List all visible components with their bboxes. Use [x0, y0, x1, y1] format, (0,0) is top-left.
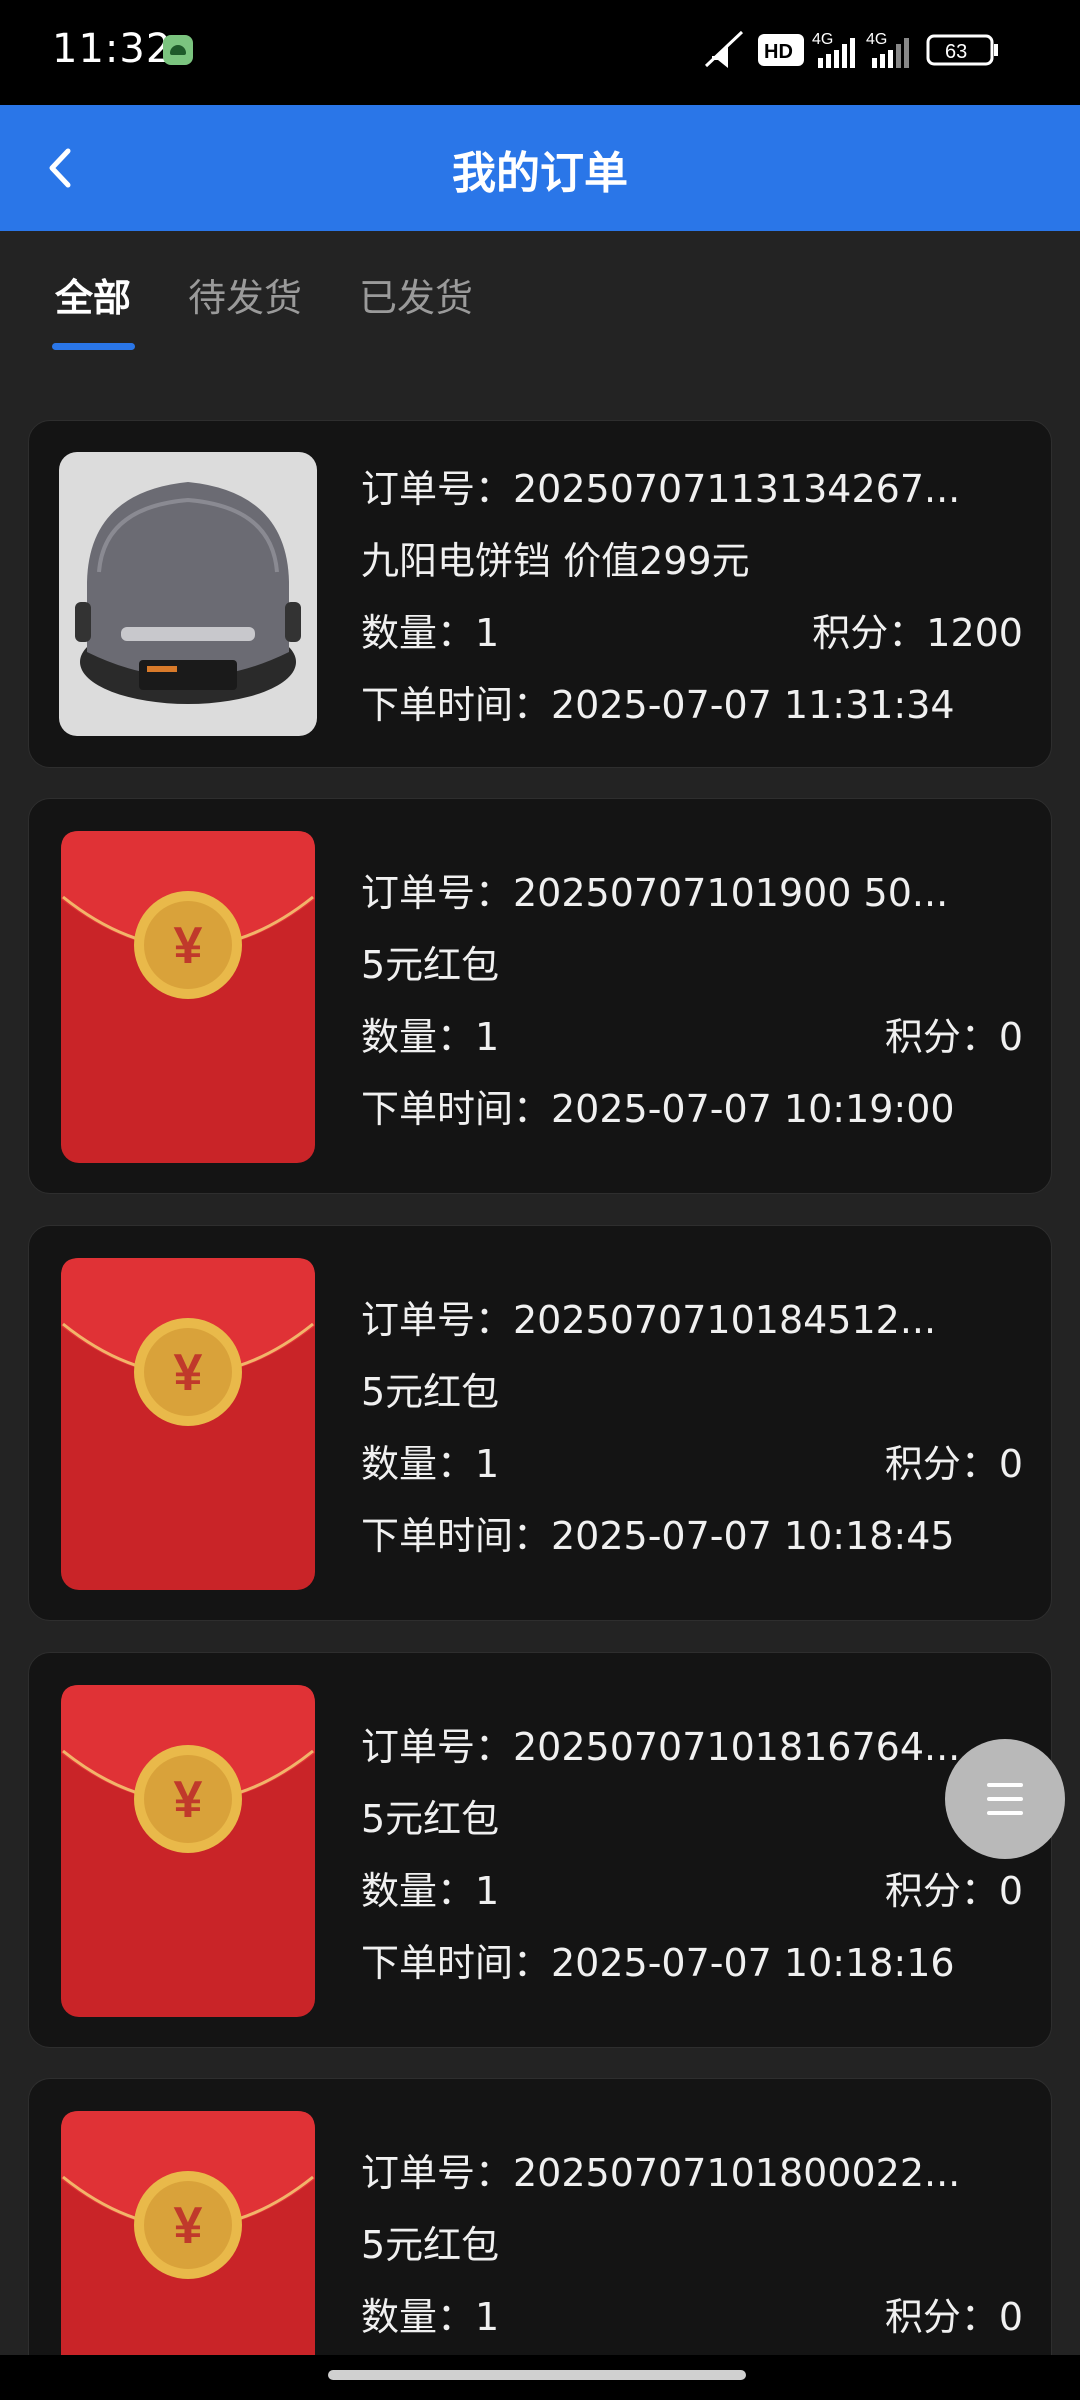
mute-icon: [704, 30, 744, 68]
status-time: 11:32: [52, 26, 173, 72]
signal-icon-2: 4G: [866, 31, 909, 68]
status-icons: HD 4G 4G 63: [702, 28, 1042, 72]
home-indicator[interactable]: [328, 2370, 746, 2380]
points: 积分：0: [884, 1442, 1023, 1486]
tab-shipped[interactable]: 已发货: [359, 267, 473, 322]
product-name: 5元红包: [361, 2223, 500, 2267]
points: 积分：0: [884, 1869, 1023, 1913]
order-card[interactable]: ¥ 订单号：20250707101900 50... 5元红包 数量：1 积分：…: [28, 798, 1052, 1194]
order-time: 下单时间：2025-07-07 10:18:16: [361, 1941, 955, 1985]
quantity: 数量：1: [361, 1015, 500, 1059]
order-details: 订单号：20250707113134267... 九阳电饼铛 价值299元 数量…: [361, 421, 1023, 769]
product-name: 5元红包: [361, 1370, 500, 1414]
svg-text:4G: 4G: [866, 31, 887, 48]
svg-text:¥: ¥: [174, 917, 203, 975]
product-image-red-envelope: ¥: [59, 1683, 317, 2019]
order-number: 订单号：20250707101900 50...: [361, 871, 949, 915]
order-time: 下单时间：2025-07-07 11:31:34: [361, 683, 955, 727]
order-number: 订单号：2025070710184512...: [361, 1298, 937, 1342]
app-notification-icon: [163, 35, 193, 65]
svg-text:HD: HD: [764, 41, 793, 63]
order-number: 订单号：20250707101816764...: [361, 1725, 961, 1769]
product-image-red-envelope: ¥: [59, 829, 317, 1165]
svg-text:¥: ¥: [174, 1344, 203, 1402]
order-card[interactable]: 订单号：20250707113134267... 九阳电饼铛 价值299元 数量…: [28, 420, 1052, 768]
points: 积分：1200: [812, 611, 1023, 655]
quantity: 数量：1: [361, 611, 500, 655]
product-name: 5元红包: [361, 1797, 500, 1841]
order-card[interactable]: ¥ 订单号：2025070710184512... 5元红包 数量：1 积分：0…: [28, 1225, 1052, 1621]
quantity: 数量：1: [361, 2295, 500, 2339]
tab-active-indicator: [52, 343, 135, 350]
order-details: 订单号：20250707101816764... 5元红包 数量：1 积分：0 …: [361, 1653, 1023, 2049]
tab-pending-shipment[interactable]: 待发货: [188, 267, 302, 322]
app-bar: 我的订单: [0, 105, 1080, 231]
order-time: 下单时间：2025-07-07 10:19:00: [361, 1087, 955, 1131]
order-details: 订单号：2025070710184512... 5元红包 数量：1 积分：0 下…: [361, 1226, 1023, 1622]
product-image-electric-griddle: [59, 452, 317, 736]
order-details: 订单号：20250707101800022... 5元红包 数量：1 积分：0: [361, 2079, 1023, 2399]
svg-text:4G: 4G: [812, 31, 833, 48]
tab-all[interactable]: 全部: [55, 267, 131, 322]
battery-icon: 63: [926, 34, 998, 66]
svg-text:¥: ¥: [174, 1771, 203, 1829]
order-number: 订单号：20250707113134267...: [361, 467, 961, 511]
floating-menu-button[interactable]: [945, 1739, 1065, 1859]
product-image-red-envelope: ¥: [59, 1256, 317, 1592]
quantity: 数量：1: [361, 1442, 500, 1486]
points: 积分：0: [884, 2295, 1023, 2339]
order-details: 订单号：20250707101900 50... 5元红包 数量：1 积分：0 …: [361, 799, 1023, 1195]
hd-badge: HD: [758, 34, 804, 66]
order-tabs: 全部 待发货 已发货: [0, 231, 1080, 361]
product-name: 九阳电饼铛 价值299元: [361, 539, 750, 583]
points: 积分：0: [884, 1015, 1023, 1059]
order-card[interactable]: ¥ 订单号：20250707101816764... 5元红包 数量：1 积分：…: [28, 1652, 1052, 2048]
product-name: 5元红包: [361, 943, 500, 987]
page-title: 我的订单: [452, 148, 628, 199]
signal-icon-1: 4G: [812, 31, 855, 68]
quantity: 数量：1: [361, 1869, 500, 1913]
status-bar: 11:32 HD 4G 4G 63: [0, 0, 1080, 105]
svg-text:63: 63: [945, 41, 967, 63]
order-card[interactable]: ¥ 订单号：20250707101800022... 5元红包 数量：1 积分：…: [28, 2078, 1052, 2399]
order-time: 下单时间：2025-07-07 10:18:45: [361, 1514, 955, 1558]
menu-icon: [987, 1783, 1023, 1787]
order-number: 订单号：20250707101800022...: [361, 2151, 961, 2195]
svg-text:¥: ¥: [174, 2197, 203, 2255]
